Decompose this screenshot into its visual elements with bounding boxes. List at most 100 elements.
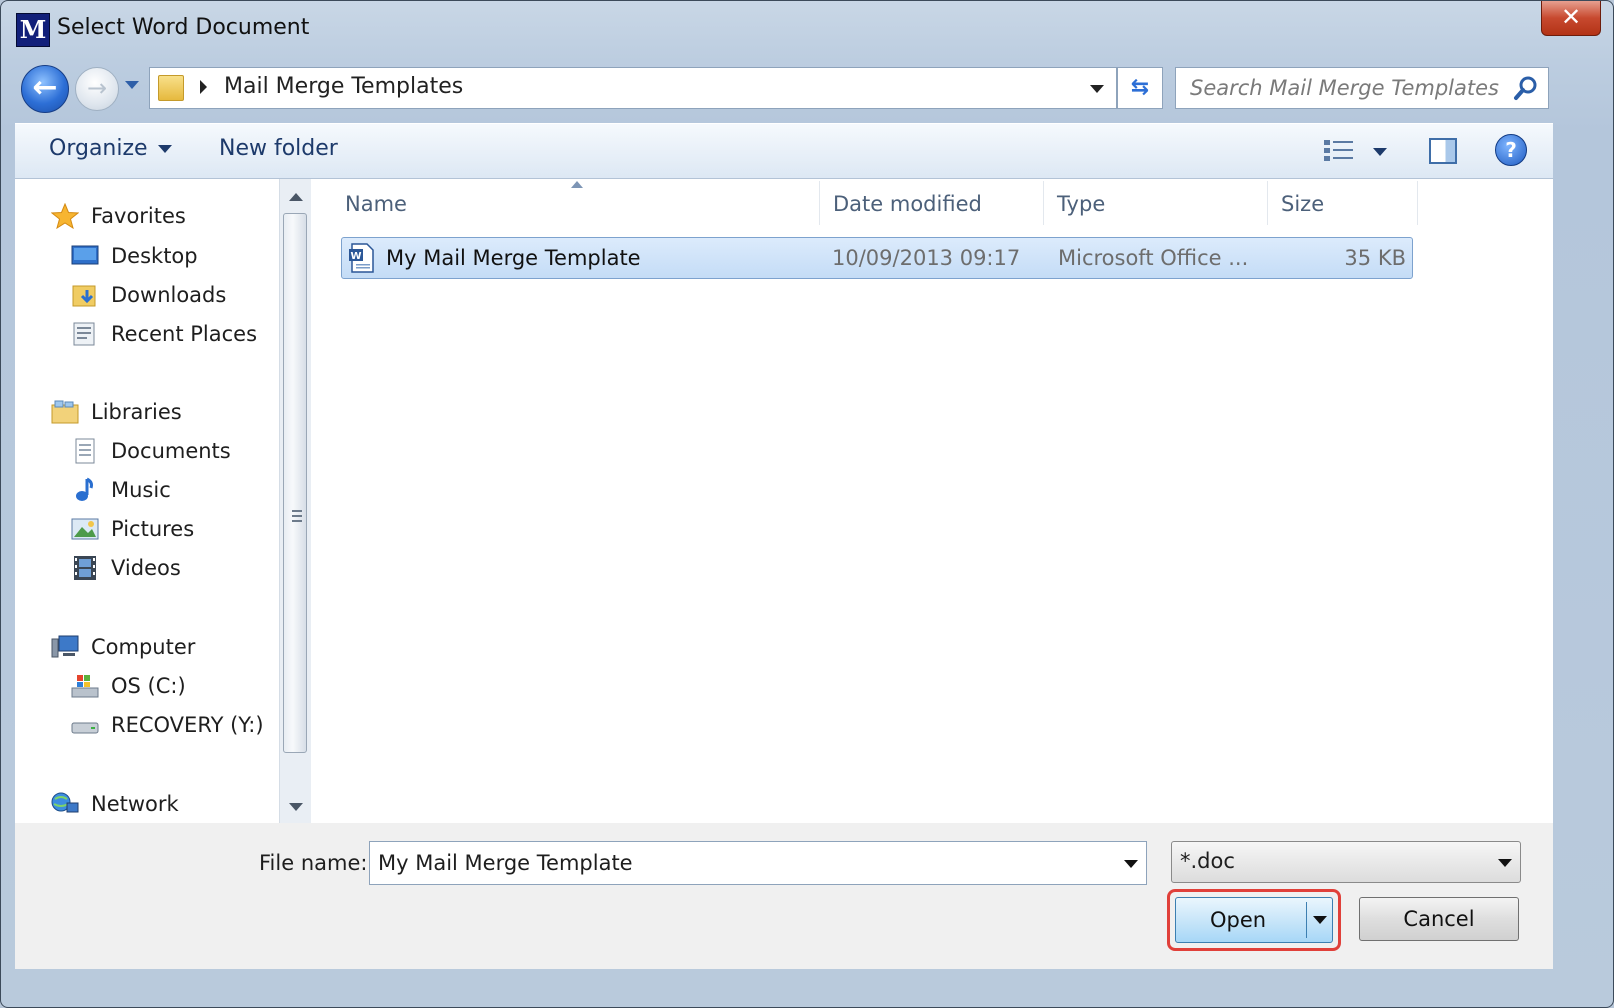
search-icon[interactable] [1512,74,1540,102]
column-divider[interactable] [1417,181,1418,225]
sidebar-item-label: Libraries [91,400,182,424]
new-folder-button[interactable]: New folder [219,136,338,161]
column-header-type[interactable]: Type [1057,179,1267,229]
back-button[interactable]: ← [21,65,69,113]
scroll-down-arrow-icon[interactable] [289,803,303,811]
refresh-button[interactable]: ⇆ [1117,67,1163,109]
open-button-label: Open [1209,908,1267,932]
scrollbar-thumb[interactable] [283,213,307,753]
desktop-icon [71,243,99,269]
sidebar-item-label: Computer [91,635,196,659]
app-icon: M [16,13,50,47]
column-divider[interactable] [819,181,820,225]
file-list: Name Date modified Type Size W My Mail M… [311,179,1553,823]
change-view-icon[interactable] [1323,138,1355,164]
navigation-pane: Favorites Desktop Downloads Recent Place… [15,179,279,823]
computer-icon [51,634,79,660]
open-file-dialog: M Select Word Document ✕ ← → Mail Merge … [0,0,1614,1008]
cancel-button[interactable]: Cancel [1359,897,1519,941]
window-title: Select Word Document [57,15,310,40]
organize-label: Organize [49,136,148,161]
sidebar-item-os-c[interactable]: OS (C:) [71,669,186,703]
sidebar-item-label: Recent Places [111,322,258,346]
sidebar-item-label: Downloads [111,283,227,307]
drive-icon [71,712,99,738]
folder-icon [158,75,184,101]
svg-text:W: W [350,251,361,262]
sidebar-item-recent-places[interactable]: Recent Places [71,317,257,351]
sidebar-item-favorites[interactable]: Favorites [51,199,186,233]
star-icon [51,203,79,229]
windows-drive-icon [71,673,99,699]
open-button[interactable]: Open [1175,897,1333,943]
column-divider[interactable] [1043,181,1044,225]
sidebar-item-label: Videos [111,556,181,580]
file-date-cell: 10/09/2013 09:17 [832,246,1021,270]
command-toolbar: Organize New folder ? [15,123,1553,179]
word-document-icon: W [349,243,374,273]
sidebar-item-downloads[interactable]: Downloads [71,278,226,312]
title-bar: M Select Word Document ✕ [1,1,1613,57]
file-name-label: File name: [259,851,368,875]
sidebar-item-label: Network [91,792,179,816]
column-divider[interactable] [1267,181,1268,225]
sidebar-item-documents[interactable]: Documents [71,434,231,468]
file-type-filter-value: *.doc [1180,849,1235,873]
search-box[interactable] [1175,67,1549,109]
file-size-cell: 35 KB [1344,246,1406,270]
address-bar[interactable]: Mail Merge Templates [149,67,1117,109]
open-options-dropdown-icon[interactable] [1313,916,1327,924]
network-icon [51,791,79,817]
sidebar-item-label: OS (C:) [111,674,186,698]
pictures-icon [71,516,99,542]
documents-icon [71,438,99,464]
sidebar-item-desktop[interactable]: Desktop [71,239,198,273]
help-icon[interactable]: ? [1495,134,1527,166]
table-row[interactable]: W My Mail Merge Template 10/09/2013 09:1… [341,237,1413,279]
breadcrumb-arrow-icon[interactable] [200,80,207,94]
file-name-combobox[interactable] [369,841,1147,885]
chevron-down-icon [157,145,172,153]
address-dropdown-icon[interactable] [1090,85,1104,93]
file-type-filter-select[interactable]: *.doc [1171,841,1521,883]
column-header-size[interactable]: Size [1281,179,1417,229]
split-divider [1306,902,1307,938]
dialog-footer: File name: *.doc Open Cancel [15,823,1553,969]
recent-places-icon [71,321,99,347]
forward-button[interactable]: → [75,67,119,111]
recent-locations-dropdown[interactable] [125,81,139,89]
chevron-down-icon[interactable] [1124,860,1138,868]
sidebar-item-label: RECOVERY (Y:) [111,713,264,737]
videos-icon [71,555,99,581]
sidebar-item-label: Documents [111,439,231,463]
sidebar-item-recovery-y[interactable]: RECOVERY (Y:) [71,708,264,742]
breadcrumb[interactable]: Mail Merge Templates [224,74,463,99]
sidebar-item-libraries[interactable]: Libraries [51,395,182,429]
file-name-field[interactable] [370,842,1116,884]
libraries-icon [51,399,79,425]
preview-pane-icon[interactable] [1429,138,1457,164]
column-header-date-modified[interactable]: Date modified [833,179,1043,229]
sidebar-item-videos[interactable]: Videos [71,551,181,585]
sidebar-item-label: Desktop [111,244,198,268]
downloads-folder-icon [71,282,99,308]
close-button[interactable]: ✕ [1541,1,1601,36]
chevron-down-icon[interactable] [1498,859,1512,867]
column-header-name[interactable]: Name [345,179,815,229]
navigation-pane-scrollbar[interactable] [279,179,312,823]
sidebar-item-label: Favorites [91,204,186,228]
sidebar-item-label: Music [111,478,171,502]
organize-menu[interactable]: Organize [49,136,172,161]
grip-icon [292,510,302,522]
sidebar-item-label: Pictures [111,517,195,541]
file-name-cell: My Mail Merge Template [386,246,641,270]
file-type-cell: Microsoft Office ... [1058,246,1249,270]
scroll-up-arrow-icon[interactable] [289,193,303,201]
sidebar-item-network[interactable]: Network [51,787,179,821]
sidebar-item-music[interactable]: Music [71,473,171,507]
views-dropdown-icon[interactable] [1373,148,1387,156]
sidebar-item-pictures[interactable]: Pictures [71,512,194,546]
search-input[interactable] [1176,68,1524,108]
sidebar-item-computer[interactable]: Computer [51,630,195,664]
music-icon [71,477,99,503]
